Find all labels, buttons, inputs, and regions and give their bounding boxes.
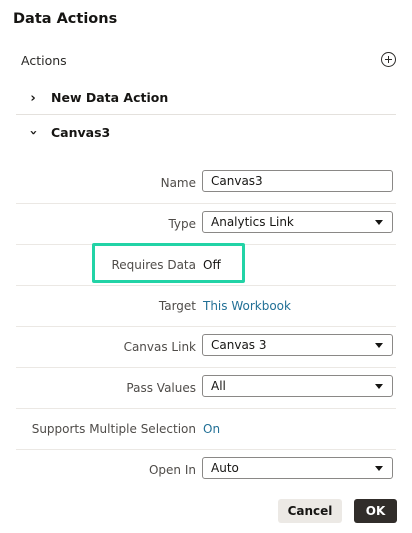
caret-down-icon <box>375 384 383 389</box>
property-type: Type Analytics Link <box>16 203 396 245</box>
chevron-right-icon[interactable]: › <box>27 91 39 106</box>
chevron-down-icon[interactable]: › <box>26 127 41 139</box>
property-open-in: Open In Auto <box>16 449 396 491</box>
name-label: Name <box>160 176 196 190</box>
actions-header: Actions <box>21 52 396 70</box>
pass-values-select[interactable]: All <box>202 375 393 397</box>
group-new-data-action[interactable]: › New Data Action <box>16 81 396 115</box>
open-in-select[interactable]: Auto <box>202 457 393 479</box>
type-label: Type <box>168 217 196 231</box>
property-name: Name <box>16 162 396 204</box>
requires-data-value[interactable]: Off <box>203 258 221 272</box>
property-supports-multiple-selection: Supports Multiple Selection On <box>16 408 396 450</box>
pass-values-label: Pass Values <box>126 381 196 395</box>
property-target: Target This Workbook <box>16 285 396 327</box>
pass-values-select-value: All <box>211 379 226 393</box>
property-pass-values: Pass Values All <box>16 367 396 409</box>
caret-down-icon <box>375 220 383 225</box>
canvas-link-select[interactable]: Canvas 3 <box>202 334 393 356</box>
caret-down-icon <box>375 343 383 348</box>
cancel-button[interactable]: Cancel <box>278 499 342 523</box>
name-field[interactable] <box>202 170 393 192</box>
plus-circle-icon[interactable] <box>381 52 396 67</box>
open-in-select-value: Auto <box>211 461 239 475</box>
property-canvas-link: Canvas Link Canvas 3 <box>16 326 396 368</box>
target-link[interactable]: This Workbook <box>203 299 291 313</box>
group-label: New Data Action <box>51 90 169 105</box>
property-requires-data: Requires Data Off <box>16 244 396 286</box>
type-select-value: Analytics Link <box>211 215 294 229</box>
actions-label: Actions <box>21 53 67 68</box>
canvas-link-label: Canvas Link <box>123 340 196 354</box>
supports-multiple-selection-label: Supports Multiple Selection <box>31 422 196 436</box>
panel-title: Data Actions <box>13 11 118 27</box>
open-in-label: Open In <box>148 463 196 477</box>
target-label: Target <box>158 299 196 313</box>
requires-data-label: Requires Data <box>111 258 196 272</box>
caret-down-icon <box>375 466 383 471</box>
group-canvas3[interactable]: › Canvas3 <box>16 116 396 150</box>
type-select[interactable]: Analytics Link <box>202 211 393 233</box>
canvas-link-select-value: Canvas 3 <box>211 338 267 352</box>
ok-button[interactable]: OK <box>354 499 397 523</box>
group-label: Canvas3 <box>51 125 111 140</box>
supports-multiple-selection-value[interactable]: On <box>203 422 220 436</box>
